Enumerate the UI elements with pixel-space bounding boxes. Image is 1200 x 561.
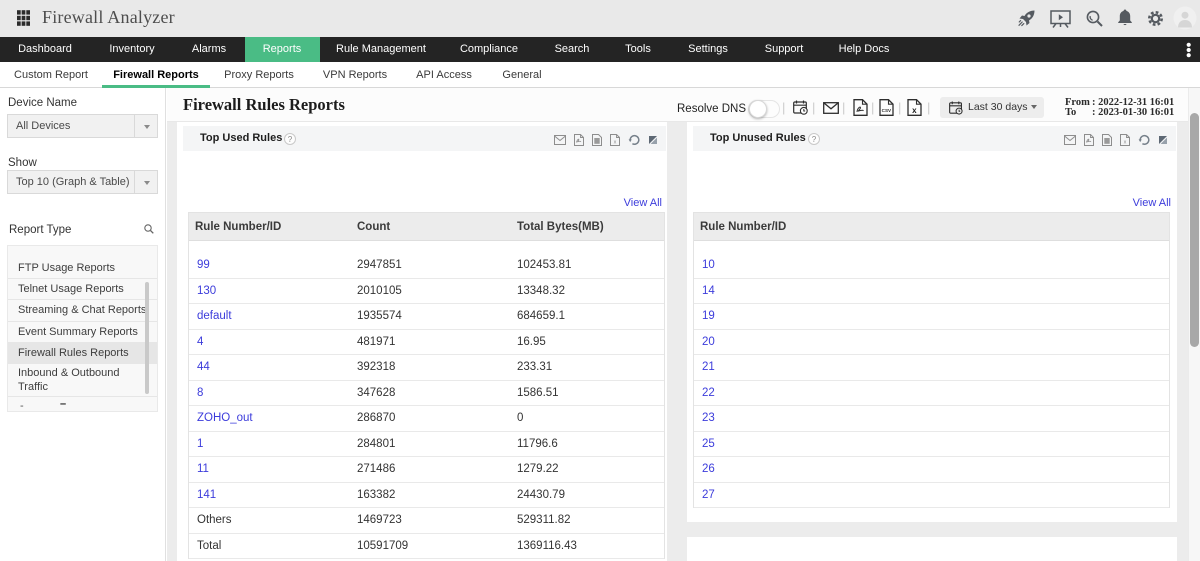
svg-text:x: x bbox=[1124, 140, 1127, 146]
svg-text:x: x bbox=[614, 140, 617, 146]
svg-text:CSV: CSV bbox=[882, 108, 892, 113]
svg-text:x: x bbox=[912, 106, 917, 115]
